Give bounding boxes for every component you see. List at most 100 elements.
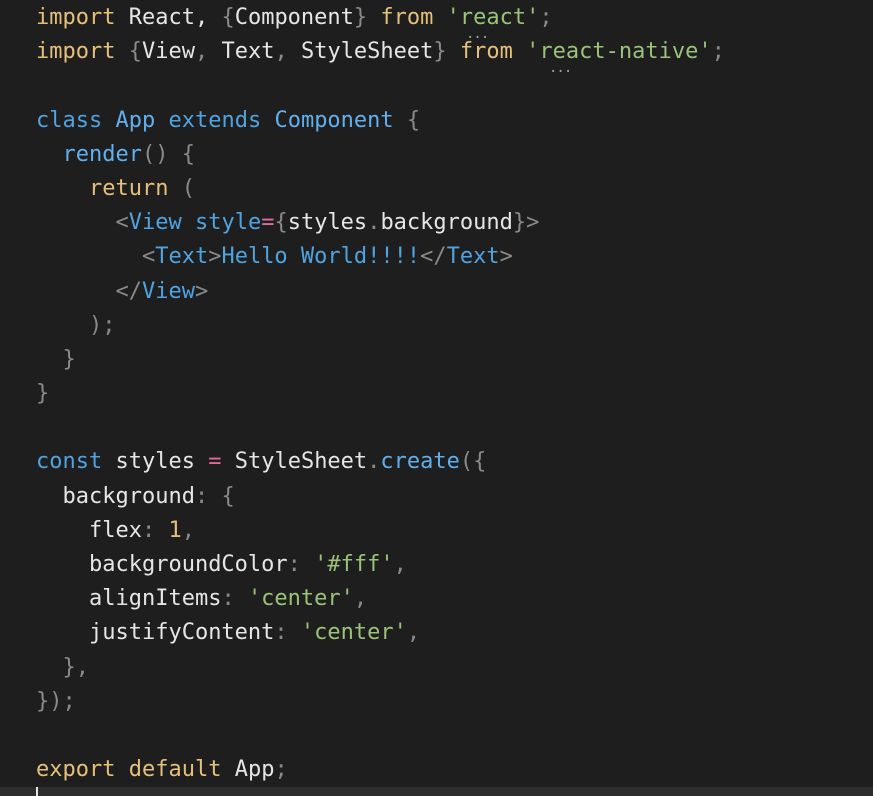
- code-token: :: [287, 552, 301, 577]
- code-token: ,: [353, 586, 368, 612]
- code-token: }: [512, 210, 527, 236]
- code-token: {: [221, 483, 235, 509]
- code-token: (: [181, 175, 195, 201]
- code-token: View: [128, 210, 182, 236]
- code-line[interactable]: [36, 69, 725, 103]
- code-token: Text: [446, 244, 500, 270]
- code-token: export: [36, 757, 116, 783]
- code-token: import: [36, 5, 116, 30]
- code-line[interactable]: <Text>Hello World!!!!</Text>: [36, 240, 725, 274]
- code-token: import: [36, 39, 116, 65]
- code-line[interactable]: justifyContent: 'center',: [36, 616, 725, 650]
- code-line[interactable]: );: [36, 309, 725, 343]
- code-line[interactable]: },: [36, 651, 725, 685]
- code-line[interactable]: [36, 411, 725, 445]
- code-line[interactable]: class App extends Component {: [36, 104, 725, 138]
- code-line[interactable]: });: [36, 685, 725, 719]
- code-line[interactable]: alignItems: 'center',: [36, 582, 725, 616]
- horizontal-scrollbar[interactable]: [0, 787, 873, 796]
- code-token: {: [274, 210, 288, 236]
- code-token: Hello World!!!!: [221, 244, 421, 270]
- code-token: Component: [234, 5, 354, 30]
- code-token: >: [194, 278, 209, 304]
- code-token: :: [194, 483, 209, 509]
- code-token: background: [62, 483, 195, 509]
- code-line[interactable]: background: {: [36, 480, 725, 514]
- code-token: flex: [88, 517, 142, 543]
- code-line[interactable]: flex: 1,: [36, 514, 725, 548]
- code-line[interactable]: <View style={styles.background}>: [36, 206, 725, 240]
- code-editor[interactable]: import React, {Component} from 'react'; i…: [0, 0, 873, 796]
- code-line[interactable]: render() {: [36, 138, 725, 172]
- code-line[interactable]: }: [36, 343, 725, 377]
- code-token: .: [367, 210, 381, 236]
- code-token: ;: [274, 757, 288, 783]
- code-token: {: [221, 5, 235, 30]
- code-token: </: [115, 278, 142, 304]
- code-token: ,: [274, 39, 301, 65]
- code-token: const: [36, 449, 103, 475]
- code-token: :: [274, 620, 288, 646]
- hint-dots-react-native[interactable]: ...: [549, 60, 572, 76]
- code-token: ,: [406, 620, 421, 646]
- code-line[interactable]: [36, 719, 725, 753]
- code-line[interactable]: import {View, Text, StyleSheet} from 're…: [36, 35, 725, 69]
- text-cursor: [36, 787, 38, 796]
- code-token: =: [208, 449, 222, 475]
- code-line[interactable]: }: [36, 377, 725, 411]
- code-token: App: [234, 757, 275, 783]
- code-line[interactable]: const styles = StyleSheet.create({: [36, 445, 725, 479]
- code-line[interactable]: </View>: [36, 275, 725, 309]
- code-line[interactable]: backgroundColor: '#fff',: [36, 548, 725, 582]
- code-token: style: [194, 210, 262, 236]
- code-token: <: [115, 210, 129, 236]
- code-token: <: [141, 244, 156, 270]
- code-token: return: [88, 175, 169, 201]
- code-token: render: [62, 141, 142, 167]
- code-token: class: [36, 107, 103, 133]
- code-token: :: [141, 517, 156, 543]
- code-token: justifyContent: [88, 620, 275, 646]
- code-token: create: [380, 449, 460, 475]
- code-token: styles: [287, 210, 368, 236]
- code-line[interactable]: import React, {Component} from 'react';: [36, 1, 725, 35]
- code-token: {: [181, 141, 195, 167]
- code-token: extends: [168, 107, 262, 133]
- code-token: React,: [115, 5, 222, 30]
- code-token: default: [128, 757, 222, 783]
- code-token: >: [208, 244, 222, 270]
- code-token: ,: [181, 517, 195, 543]
- code-token: }: [62, 346, 76, 372]
- hint-dots-react[interactable]: ...: [466, 26, 489, 42]
- code-line[interactable]: export default App;: [36, 753, 725, 787]
- code-token: 'react': [446, 5, 540, 30]
- code-line[interactable]: return (: [36, 172, 725, 206]
- code-token: background: [380, 210, 513, 236]
- code-token: ;: [539, 5, 553, 30]
- code-content[interactable]: import React, {Component} from 'react'; i…: [36, 1, 725, 787]
- code-token: from: [367, 5, 447, 30]
- code-token: from: [446, 39, 527, 65]
